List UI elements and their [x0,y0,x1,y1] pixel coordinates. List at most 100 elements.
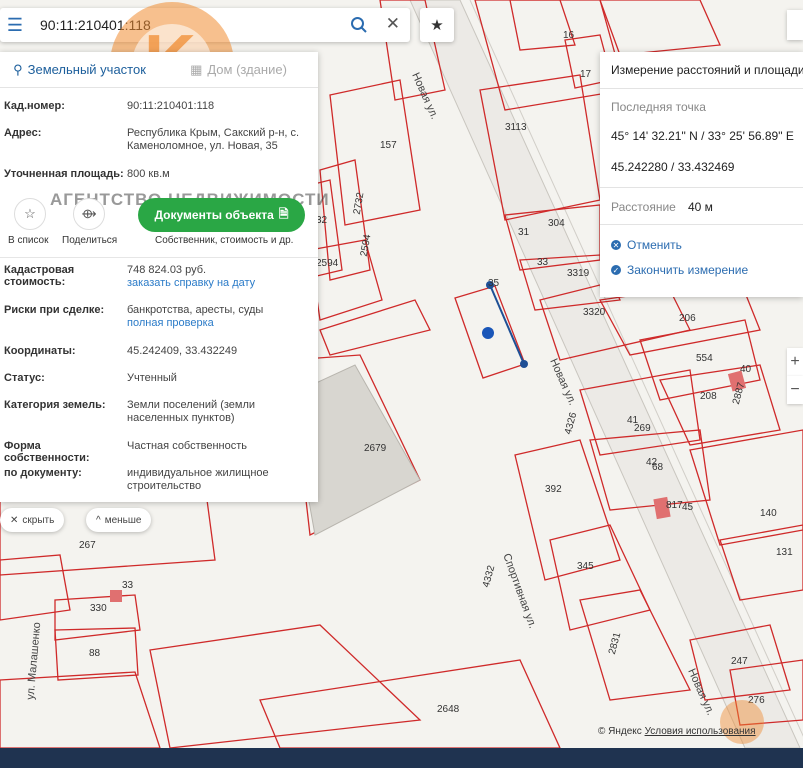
area-label: Уточненная площадь: [4,168,124,180]
terms-link[interactable]: Условия использования [645,726,756,737]
hamburger-menu-icon[interactable]: ☰ [0,8,30,42]
info-tabs: ⚲ Земельный участок ▦ Дом (здание) [0,52,318,88]
document-label: по документу: [4,467,82,479]
category-row: Категория земель: Земли поселений (земли… [4,399,314,425]
location-pin-icon: ⚲ [13,61,23,77]
zoom-out-button[interactable]: − [787,376,803,404]
divider [600,187,803,188]
share-icon: ⟴ [81,206,97,221]
last-point-decimal: 45.242280 / 33.432469 [611,160,735,174]
order-certificate-link[interactable]: заказать справку на дату [127,277,255,289]
coords-label: Координаты: [4,345,76,357]
layers-icon[interactable] [787,10,803,40]
cost-label: Кадастровая стоимость: [4,264,75,288]
document-row: по документу: индивидуальное жилищное ст… [4,467,314,493]
parcel-label: 247 [731,656,748,667]
address-row: Адрес: Республика Крым, Сакский р-н, с. … [4,127,314,153]
bookmark-star-icon[interactable]: ★ [420,8,454,42]
parcel-label: 206 [679,313,696,324]
category-value: Земли поселений (земли населенных пункто… [127,399,256,424]
status-row: Статус: Учтенный [4,372,314,385]
parcel-label: 157 [380,140,397,151]
ownership-value: Частная собственность [127,440,248,452]
divider [600,224,803,225]
parcel-label: 3319 [567,268,590,279]
map-copyright: © Яндекс Условия использования [598,726,756,737]
parcel-label: 330 [90,603,107,614]
parcel-label: 208 [700,391,717,402]
collapse-panel-button[interactable]: ^ меньше [86,508,152,532]
hide-panel-button[interactable]: ✕ скрыть [0,508,65,532]
cancel-measure-button[interactable]: ✕ Отменить [611,238,682,252]
divider [0,257,318,258]
cadastral-row: Кад.номер: 90:11:210401:118 [4,100,314,113]
last-point-dms: 45° 14' 32.21" N / 33° 25' 56.89" E [611,129,794,143]
parcel-label: 33 [122,580,134,591]
star-outline-icon: ☆ [24,206,36,221]
risk-label: Риски при сделке: [4,304,105,316]
coords-row: Координаты: 45.242409, 33.432249 [4,345,314,358]
cadastral-label: Кад.номер: [4,100,65,112]
cost-value: 748 824.03 руб. [127,264,207,276]
parcel-label: 45 [682,502,694,513]
search-icon[interactable] [350,16,368,34]
status-value: Учтенный [127,372,177,384]
address-label: Адрес: [4,127,42,139]
document-icon: 🗎 [278,206,289,221]
status-label: Статус: [4,372,45,384]
parcel-label: 88 [89,648,101,659]
risk-row: Риски при сделке: банкротства, аресты, с… [4,304,314,330]
parcel-label: 269 [634,423,651,434]
parcel-label: 2648 [437,704,460,715]
full-check-link[interactable]: полная проверка [127,317,214,329]
parcel-label: 392 [545,484,562,495]
parcel-label: 3113 [505,122,527,133]
parcel-label: 16 [563,30,575,41]
parcel-label: 31 [518,227,530,238]
finish-measure-button[interactable]: ✓ Закончить измерение [611,263,748,277]
parcel-label: 2679 [364,443,387,454]
check-icon: ✓ [611,265,621,275]
ownership-row: Форма собственности: Частная собственнос… [4,440,314,464]
parcel-info-panel: ⚲ Земельный участок ▦ Дом (здание) Кад.н… [0,52,329,502]
parcel-label: 17 [580,69,592,80]
close-icon: ✕ [611,240,621,250]
close-icon[interactable]: ✕ [386,14,400,34]
parcel-label: 68 [652,462,664,473]
document-value: индивидуальное жилищное строительство [127,467,269,492]
parcel-label: 35 [488,278,500,289]
chevron-up-icon: ^ [96,514,101,526]
parcel-label: 3320 [583,307,606,318]
close-icon: ✕ [10,514,19,526]
parcel-label: 2594 [316,258,339,269]
tab-building[interactable]: ▦ Дом (здание) [159,52,318,87]
parcel-label: 817 [666,500,683,511]
coords-value: 45.242409, 33.432249 [127,345,238,357]
risk-value: банкротства, аресты, суды [127,304,264,316]
share-label: Поделиться [62,235,118,246]
category-label: Категория земель: [4,399,106,411]
share-button[interactable]: ⟴ [73,198,105,230]
add-to-list-button[interactable]: ☆ [14,198,46,230]
divider [600,88,803,89]
cadastral-value[interactable]: 90:11:210401:118 [127,100,312,113]
os-taskbar [0,748,803,768]
parcel-label: 131 [776,547,793,558]
last-point-label: Последняя точка [611,100,706,114]
area-value: 800 кв.м [127,168,170,180]
parcel-label: 345 [577,561,594,572]
tab-land-parcel[interactable]: ⚲ Земельный участок [0,52,159,87]
address-value: Республика Крым, Сакский р-н, с. Каменол… [127,127,300,152]
object-documents-button[interactable]: Документы объекта 🗎 [138,198,305,232]
ownership-label: Форма собственности: [4,440,90,464]
zoom-in-button[interactable]: + [787,348,803,376]
distance-label: Расстояние [611,200,676,214]
measure-panel: Измерение расстояний и площади Последняя… [600,52,803,297]
parcel-label: 304 [548,218,565,229]
distance-value: 40 м [688,200,713,214]
parcel-label: 33 [537,257,549,268]
building-icon: ▦ [190,61,203,77]
add-to-list-label: В список [8,235,49,246]
measure-title: Измерение расстояний и площади [611,63,803,77]
documents-subtitle: Собственник, стоимость и др. [155,235,294,246]
